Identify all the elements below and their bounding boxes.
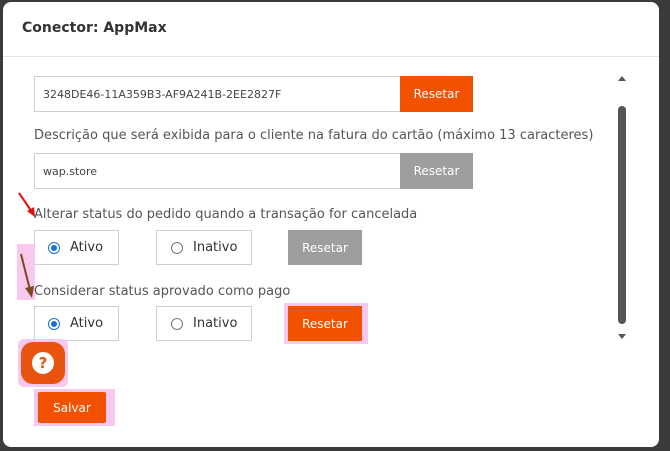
cancel-status-reset-button[interactable]: Resetar [288, 230, 362, 265]
scrollbar[interactable] [615, 72, 629, 342]
scroll-thumb[interactable] [618, 106, 626, 324]
radio-checked-icon[interactable] [48, 317, 60, 330]
cancel-status-inactive-option[interactable]: Inativo [156, 230, 252, 265]
connector-modal: Conector: AppMax 3248DE46-11A359B3-AF9A2… [3, 2, 659, 447]
scroll-up-arrow-icon[interactable] [618, 76, 626, 81]
question-icon: ? [30, 350, 56, 376]
option-label: Ativo [70, 316, 104, 331]
token-row: 3248DE46-11A359B3-AF9A241B-2EE2827F Rese… [34, 76, 473, 112]
cancel-status-active-option[interactable]: Ativo [34, 230, 119, 265]
description-label: Descrição que será exibida para o client… [34, 128, 594, 143]
radio-checked-icon[interactable] [48, 241, 60, 254]
description-reset-button[interactable]: Resetar [400, 153, 473, 189]
option-label: Ativo [70, 240, 104, 255]
modal-title: Conector: AppMax [22, 20, 167, 36]
option-label: Inativo [193, 240, 238, 255]
form-scroll-area[interactable]: 3248DE46-11A359B3-AF9A241B-2EE2827F Rese… [3, 58, 659, 348]
help-highlight: ? [18, 339, 68, 387]
approved-status-inactive-option[interactable]: Inativo [156, 306, 252, 341]
save-button[interactable]: Salvar [38, 392, 106, 423]
help-button[interactable]: ? [21, 342, 65, 384]
description-input[interactable]: wap.store [34, 153, 400, 189]
scroll-down-arrow-icon[interactable] [618, 334, 626, 339]
token-reset-button[interactable]: Resetar [400, 76, 473, 112]
approved-status-label: Considerar status aprovado como pago [34, 284, 291, 299]
option-label: Inativo [193, 316, 238, 331]
token-input[interactable]: 3248DE46-11A359B3-AF9A241B-2EE2827F [34, 76, 400, 112]
radio-unchecked-icon[interactable] [171, 241, 183, 254]
approved-status-active-option[interactable]: Ativo [34, 306, 119, 341]
modal-header: Conector: AppMax [3, 2, 659, 57]
description-row: wap.store Resetar [34, 153, 473, 189]
cancel-status-label: Alterar status do pedido quando a transa… [34, 207, 418, 222]
approved-status-reset-button[interactable]: Resetar [288, 306, 362, 341]
radio-unchecked-icon[interactable] [171, 317, 183, 330]
